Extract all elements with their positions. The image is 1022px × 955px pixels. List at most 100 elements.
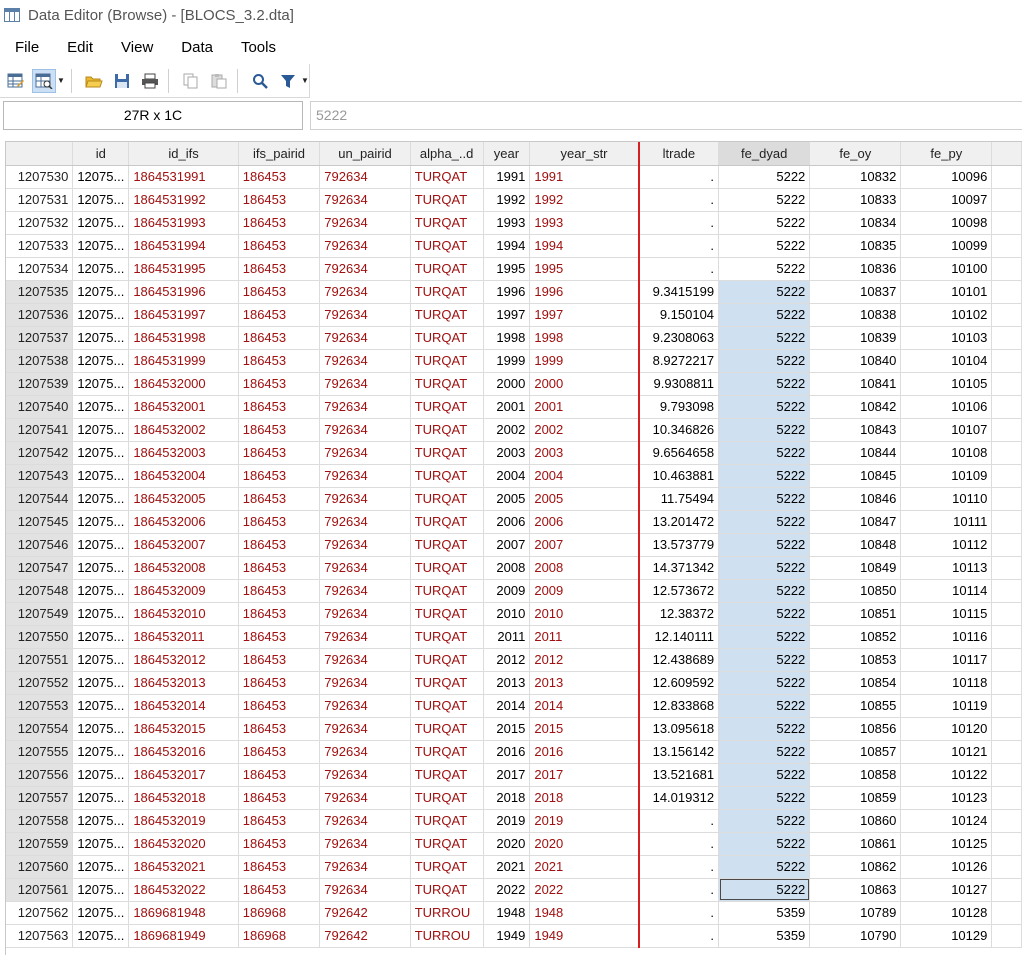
cell-year-str[interactable]: 1999 <box>529 349 640 373</box>
cell-alpha[interactable]: TURQAT <box>410 855 484 879</box>
cell-ltrade[interactable]: . <box>637 878 720 902</box>
column-header-id-ifs[interactable]: id_ifs <box>128 142 239 166</box>
cell-ltrade[interactable]: 12.438689 <box>637 648 720 672</box>
cell-fe-dyad[interactable]: 5222 <box>718 395 811 419</box>
cell-un-pairid[interactable]: 792634 <box>319 188 411 212</box>
cell-ltrade[interactable]: . <box>637 924 720 948</box>
table-row[interactable]: 1207541 12075... 1864532002 186453 792634 TUR… <box>6 418 1022 442</box>
row-number[interactable]: 1207549 <box>6 602 74 626</box>
cell-id-ifs[interactable]: 1864531994 <box>128 234 239 258</box>
cell-id-ifs[interactable]: 1864531997 <box>128 303 239 327</box>
cell-fe-oy[interactable]: 10844 <box>809 441 902 465</box>
cell-id[interactable]: 12075... <box>72 395 130 419</box>
column-header-ifs-pairid[interactable]: ifs_pairid <box>238 142 321 166</box>
cell-ltrade[interactable]: . <box>637 855 720 879</box>
cell-fe-dyad[interactable]: 5222 <box>718 763 811 787</box>
cell-fe-dyad[interactable]: 5222 <box>718 418 811 442</box>
cell-year-str[interactable]: 1992 <box>529 188 640 212</box>
table-row[interactable]: 1207557 12075... 1864532018 186453 792634 TUR… <box>6 786 1022 810</box>
cell-alpha[interactable]: TURQAT <box>410 418 484 442</box>
cell-year-str[interactable]: 2022 <box>529 878 640 902</box>
cell-ifs-pairid[interactable]: 186453 <box>238 464 321 488</box>
cell-alpha[interactable]: TURQAT <box>410 372 484 396</box>
cell-fe-py[interactable]: 10102 <box>900 303 993 327</box>
cell-fe-dyad[interactable]: 5222 <box>718 579 811 603</box>
cell-un-pairid[interactable]: 792634 <box>319 740 411 764</box>
cell-fe-py[interactable]: 10125 <box>900 832 993 856</box>
cell-ltrade[interactable]: 9.9308811 <box>637 372 720 396</box>
cell-fe-py[interactable]: 10117 <box>900 648 993 672</box>
cell-fe-py[interactable]: 10107 <box>900 418 993 442</box>
table-row[interactable]: 1207540 12075... 1864532001 186453 792634 TUR… <box>6 395 1022 419</box>
cell-year[interactable]: 1995 <box>483 257 531 281</box>
cell-id[interactable]: 12075... <box>72 579 130 603</box>
cell-fe-oy[interactable]: 10790 <box>809 924 902 948</box>
cell-alpha[interactable]: TURQAT <box>410 763 484 787</box>
row-number[interactable]: 1207544 <box>6 487 74 511</box>
table-row[interactable]: 1207561 12075... 1864532022 186453 792634 TUR… <box>6 878 1022 902</box>
cell-year[interactable]: 2017 <box>483 763 531 787</box>
cell-id[interactable]: 12075... <box>72 878 130 902</box>
cell-fe-dyad[interactable]: 5222 <box>718 671 811 695</box>
cell-alpha[interactable]: TURQAT <box>410 602 484 626</box>
cell-fe-oy[interactable]: 10859 <box>809 786 902 810</box>
table-row[interactable]: 1207531 12075... 1864531992 186453 792634 TUR… <box>6 188 1022 212</box>
row-number[interactable]: 1207536 <box>6 303 74 327</box>
cell-year-str[interactable]: 2020 <box>529 832 640 856</box>
cell-un-pairid[interactable]: 792634 <box>319 671 411 695</box>
cell-fe-oy[interactable]: 10850 <box>809 579 902 603</box>
cell-id-ifs[interactable]: 1864532005 <box>128 487 239 511</box>
cell-fe-oy[interactable]: 10855 <box>809 694 902 718</box>
cell-ifs-pairid[interactable]: 186453 <box>238 257 321 281</box>
cell-fe-dyad[interactable]: 5359 <box>718 924 811 948</box>
cell-alpha[interactable]: TURQAT <box>410 211 484 235</box>
cell-year[interactable]: 2001 <box>483 395 531 419</box>
table-row[interactable]: 1207545 12075... 1864532006 186453 792634 TUR… <box>6 510 1022 534</box>
print-icon[interactable] <box>138 69 162 93</box>
menu-tools[interactable]: Tools <box>227 39 290 56</box>
cell-un-pairid[interactable]: 792634 <box>319 878 411 902</box>
cell-year[interactable]: 1948 <box>483 901 531 925</box>
cell-ltrade[interactable]: 9.793098 <box>637 395 720 419</box>
cell-ifs-pairid[interactable]: 186453 <box>238 441 321 465</box>
edit-mode-icon[interactable] <box>4 69 28 93</box>
cell-id-ifs[interactable]: 1864531992 <box>128 188 239 212</box>
cell-fe-dyad[interactable]: 5222 <box>718 717 811 741</box>
table-row[interactable]: 1207548 12075... 1864532009 186453 792634 TUR… <box>6 579 1022 603</box>
menu-file[interactable]: File <box>0 39 53 56</box>
cell-fe-oy[interactable]: 10835 <box>809 234 902 258</box>
cell-fe-oy[interactable]: 10834 <box>809 211 902 235</box>
cell-un-pairid[interactable]: 792634 <box>319 809 411 833</box>
cell-fe-py[interactable]: 10127 <box>900 878 993 902</box>
cell-fe-oy[interactable]: 10854 <box>809 671 902 695</box>
cell-un-pairid[interactable]: 792634 <box>319 234 411 258</box>
cell-fe-py[interactable]: 10100 <box>900 257 993 281</box>
row-number[interactable]: 1207562 <box>6 901 74 925</box>
cell-year-str[interactable]: 2006 <box>529 510 640 534</box>
cell-ifs-pairid[interactable]: 186453 <box>238 372 321 396</box>
cell-alpha[interactable]: TURQAT <box>410 487 484 511</box>
cell-fe-py[interactable]: 10105 <box>900 372 993 396</box>
cell-fe-dyad[interactable]: 5359 <box>718 901 811 925</box>
cell-id-ifs[interactable]: 1864531999 <box>128 349 239 373</box>
column-header-ltrade[interactable]: ltrade <box>637 142 720 166</box>
cell-fe-dyad[interactable]: 5222 <box>718 533 811 557</box>
cell-year-str[interactable]: 2000 <box>529 372 640 396</box>
cell-alpha[interactable]: TURQAT <box>410 533 484 557</box>
cell-year-str[interactable]: 2007 <box>529 533 640 557</box>
cell-alpha[interactable]: TURQAT <box>410 809 484 833</box>
cell-id[interactable]: 12075... <box>72 671 130 695</box>
cell-fe-oy[interactable]: 10836 <box>809 257 902 281</box>
cell-year-str[interactable]: 2014 <box>529 694 640 718</box>
table-row[interactable]: 1207558 12075... 1864532019 186453 792634 TUR… <box>6 809 1022 833</box>
cell-id-ifs[interactable]: 1869681949 <box>128 924 239 948</box>
table-row[interactable]: 1207552 12075... 1864532013 186453 792634 TUR… <box>6 671 1022 695</box>
cell-alpha[interactable]: TURQAT <box>410 740 484 764</box>
cell-fe-dyad[interactable]: 5222 <box>718 832 811 856</box>
cell-un-pairid[interactable]: 792634 <box>319 648 411 672</box>
cell-year[interactable]: 2008 <box>483 556 531 580</box>
cell-fe-dyad[interactable]: 5222 <box>718 602 811 626</box>
cell-alpha[interactable]: TURQAT <box>410 257 484 281</box>
column-header-fe-oy[interactable]: fe_oy <box>809 142 902 166</box>
cell-fe-oy[interactable]: 10842 <box>809 395 902 419</box>
